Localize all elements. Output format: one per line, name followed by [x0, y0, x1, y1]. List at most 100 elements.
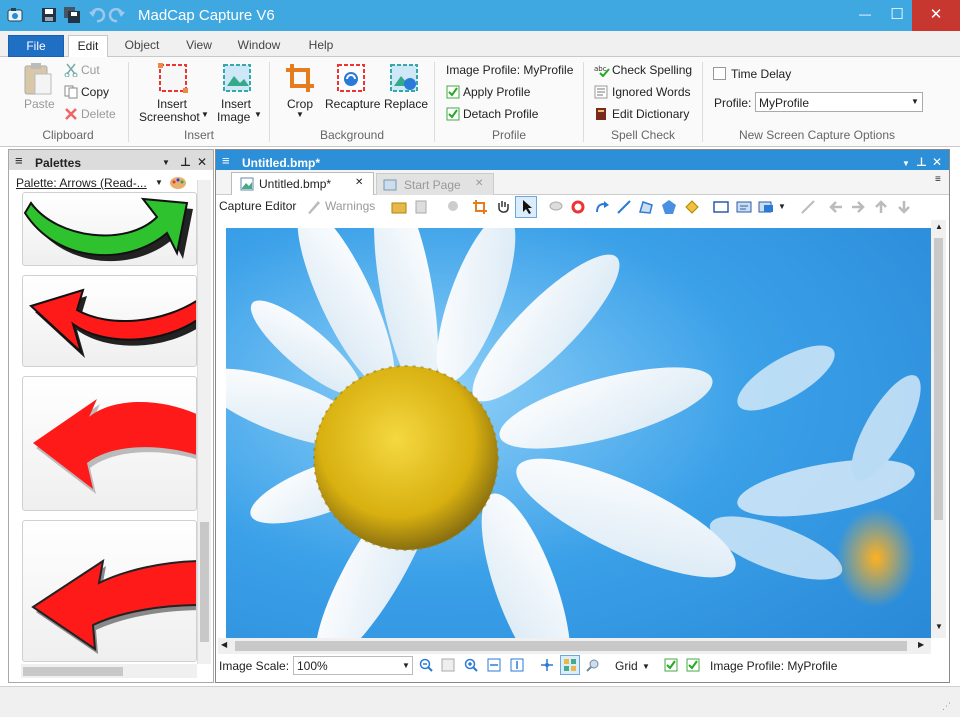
- resize-grip-icon[interactable]: ⋰: [942, 701, 951, 712]
- scrollbar-thumb[interactable]: [23, 667, 123, 676]
- recapture-button[interactable]: Recapture: [325, 97, 380, 111]
- cut-button[interactable]: Cut: [81, 63, 100, 77]
- palette-item-green-arrow[interactable]: [22, 192, 197, 266]
- close-button[interactable]: ✕: [912, 0, 960, 31]
- minimize-button[interactable]: —: [848, 0, 882, 31]
- chevron-down-icon[interactable]: ▼: [254, 110, 262, 119]
- text-box-tool-icon[interactable]: [736, 199, 752, 215]
- delete-button[interactable]: Delete: [81, 107, 116, 121]
- close-icon[interactable]: ✕: [355, 177, 363, 188]
- palettes-horizontal-scrollbar[interactable]: [21, 664, 197, 678]
- palettes-vertical-scrollbar[interactable]: [197, 180, 211, 664]
- curved-arrow-icon[interactable]: [594, 199, 610, 215]
- hamburger-icon[interactable]: ≡: [222, 151, 230, 171]
- close-icon[interactable]: ✕: [475, 178, 483, 189]
- redo-icon[interactable]: [108, 6, 126, 24]
- arrow-down-icon[interactable]: [896, 199, 912, 215]
- insert-screenshot-label-1[interactable]: Insert: [157, 97, 187, 111]
- page-icon[interactable]: [413, 199, 429, 215]
- speech-bubble-icon[interactable]: [548, 199, 564, 215]
- fill-tool-icon[interactable]: [684, 199, 700, 215]
- scroll-right-icon[interactable]: ▶: [918, 640, 924, 649]
- chevron-down-icon[interactable]: ▼: [201, 110, 209, 119]
- image-canvas[interactable]: [226, 228, 931, 638]
- tab-help[interactable]: Help: [300, 35, 342, 57]
- effects-icon[interactable]: [800, 199, 816, 215]
- hamburger-icon[interactable]: ≡: [15, 151, 23, 171]
- grid-button[interactable]: Grid: [615, 659, 638, 673]
- palette-item-red-arrow-curved[interactable]: [22, 275, 197, 367]
- polygon-tool-icon[interactable]: [638, 199, 654, 215]
- scrollbar-thumb[interactable]: [235, 641, 907, 651]
- time-delay-checkbox[interactable]: [713, 67, 726, 80]
- hand-tool-icon[interactable]: [495, 199, 511, 215]
- insert-image-button[interactable]: Image: [217, 110, 250, 124]
- palette-item-red-arrow-flat[interactable]: [22, 520, 197, 662]
- chevron-down-icon[interactable]: ▼: [642, 662, 650, 671]
- canvas-vertical-scrollbar[interactable]: ▲ ▼: [931, 220, 946, 638]
- pin-icon[interactable]: ⊥: [916, 152, 927, 172]
- tab-object[interactable]: Object: [116, 35, 168, 57]
- ignored-words-button[interactable]: Ignored Words: [612, 85, 691, 99]
- palette-item-red-arrow-large[interactable]: [22, 376, 197, 511]
- tab-file[interactable]: File: [8, 35, 64, 57]
- check-spelling-button[interactable]: Check Spelling: [612, 63, 692, 77]
- copy-button[interactable]: Copy: [81, 85, 109, 99]
- move-icon[interactable]: [540, 658, 554, 672]
- circle-tool-icon[interactable]: [570, 199, 586, 215]
- scrollbar-thumb[interactable]: [200, 522, 209, 642]
- detach-profile-icon[interactable]: [686, 658, 700, 672]
- rectangle-tool-icon[interactable]: [713, 199, 729, 215]
- folder-icon[interactable]: [391, 199, 407, 215]
- tab-start-page[interactable]: Start Page ✕: [376, 173, 494, 195]
- scroll-up-icon[interactable]: ▲: [935, 222, 943, 231]
- apply-profile-icon[interactable]: [664, 658, 678, 672]
- close-icon[interactable]: ✕: [197, 152, 207, 172]
- profile-select[interactable]: MyProfile ▼: [755, 92, 923, 112]
- arrow-right-icon[interactable]: [850, 199, 866, 215]
- insert-screenshot-button[interactable]: Screenshot: [139, 110, 200, 124]
- line-arrow-icon[interactable]: [616, 199, 632, 215]
- chevron-down-icon[interactable]: ▼: [296, 110, 304, 119]
- crop-tool-icon[interactable]: [472, 199, 488, 215]
- undo-icon[interactable]: [88, 6, 106, 24]
- scroll-down-icon[interactable]: ▼: [935, 622, 943, 631]
- tab-untitled[interactable]: Untitled.bmp* ✕: [231, 172, 374, 195]
- arrow-up-icon[interactable]: [873, 199, 889, 215]
- tab-edit[interactable]: Edit: [68, 35, 108, 57]
- actual-size-icon[interactable]: [441, 658, 455, 672]
- tab-list-icon[interactable]: ≡: [935, 174, 941, 185]
- paste-icon[interactable]: [22, 62, 54, 96]
- zoom-out-icon[interactable]: [419, 658, 433, 672]
- arrow-left-icon[interactable]: [828, 199, 844, 215]
- edit-dictionary-button[interactable]: Edit Dictionary: [612, 107, 689, 121]
- pin-icon[interactable]: ⊥: [180, 152, 191, 172]
- save-all-icon[interactable]: [63, 6, 81, 24]
- chevron-down-icon[interactable]: ▼: [155, 178, 163, 187]
- fit-width-icon[interactable]: [487, 658, 501, 672]
- paste-button[interactable]: Paste: [24, 97, 55, 111]
- scrollbar-thumb[interactable]: [934, 238, 943, 520]
- close-icon[interactable]: ✕: [932, 152, 942, 172]
- palette-icon[interactable]: [169, 173, 187, 191]
- chevron-down-icon[interactable]: ▼: [778, 202, 786, 211]
- apply-profile-button[interactable]: Apply Profile: [463, 85, 530, 99]
- save-icon[interactable]: [40, 6, 58, 24]
- capture-region-icon[interactable]: [758, 199, 774, 215]
- chevron-down-icon[interactable]: ▼: [162, 153, 170, 173]
- crop-button[interactable]: Crop: [287, 97, 313, 111]
- tab-window[interactable]: Window: [230, 35, 288, 57]
- select-tool-button[interactable]: [515, 196, 537, 218]
- magnifier-icon[interactable]: [586, 658, 600, 672]
- zoom-tool-icon[interactable]: [446, 199, 462, 215]
- image-scale-select[interactable]: 100% ▼: [293, 656, 413, 675]
- replace-button[interactable]: Replace: [384, 97, 428, 111]
- zoom-in-icon[interactable]: [464, 658, 478, 672]
- palette-select[interactable]: Palette: Arrows (Read-...: [16, 176, 147, 190]
- tab-view[interactable]: View: [178, 35, 220, 57]
- warnings-button[interactable]: Warnings: [325, 199, 375, 213]
- fit-height-icon[interactable]: [510, 658, 524, 672]
- detach-profile-button[interactable]: Detach Profile: [463, 107, 538, 121]
- scroll-left-icon[interactable]: ◀: [221, 640, 227, 649]
- canvas-horizontal-scrollbar[interactable]: ◀ ▶: [218, 638, 931, 654]
